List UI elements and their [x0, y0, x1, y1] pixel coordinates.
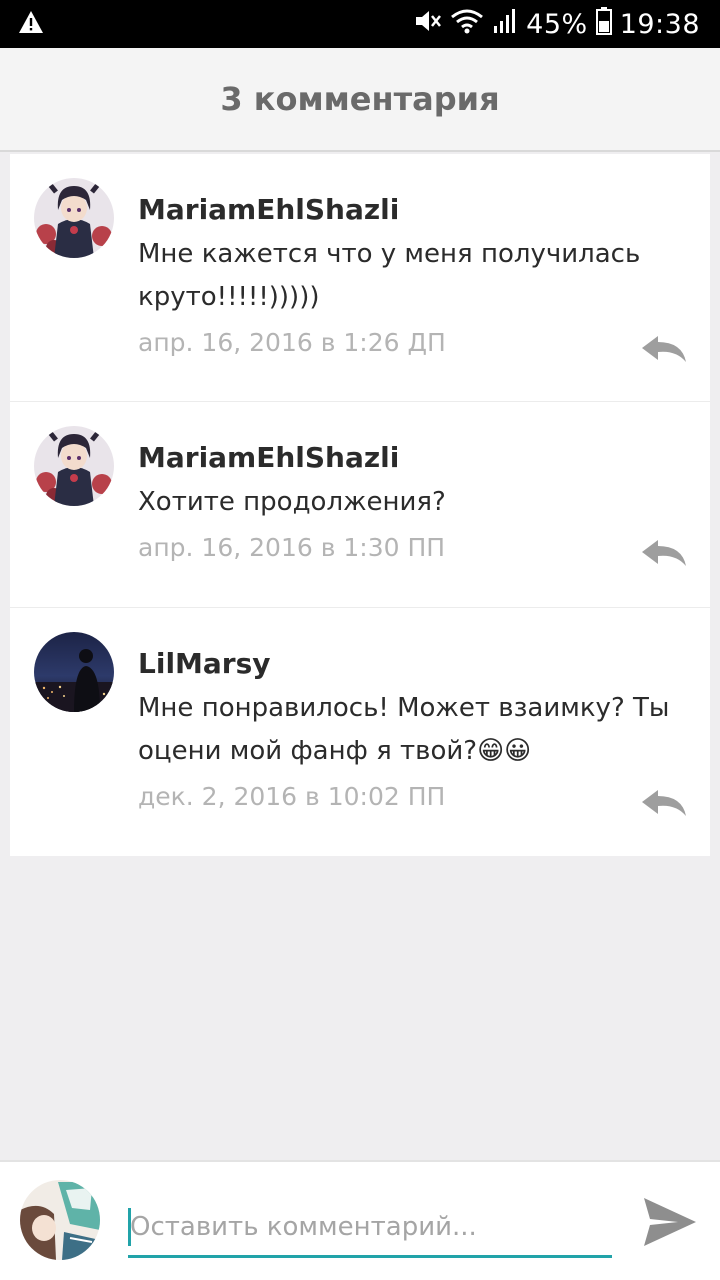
- wifi-icon: [450, 8, 484, 41]
- comment-date: дек. 2, 2016 в 10:02 ПП: [138, 782, 446, 811]
- battery-percent: 45%: [526, 8, 588, 40]
- comment-item: MariamEhlShazli Хотите продолжения? апр.…: [10, 402, 710, 608]
- comment-author[interactable]: MariamEhlShazli: [138, 438, 670, 478]
- comment-input[interactable]: [128, 1198, 612, 1255]
- comment-item: LilMarsy Мне понравилось! Может взаимку?…: [10, 608, 710, 856]
- reply-icon[interactable]: [640, 538, 688, 568]
- warning-icon: [18, 10, 44, 39]
- text-cursor: [128, 1208, 131, 1246]
- comment-text: Мне понравилось! Может взаимку? Ты оцени…: [138, 693, 670, 766]
- mute-icon: [414, 8, 442, 41]
- send-icon[interactable]: [640, 1194, 700, 1250]
- comment-author[interactable]: MariamEhlShazli: [138, 190, 670, 230]
- compose-bar: [0, 1160, 720, 1280]
- comment-list: MariamEhlShazli Мне кажется что у меня п…: [10, 154, 710, 856]
- comment-text: Хотите продолжения?: [138, 487, 446, 517]
- clock: 19:38: [619, 8, 700, 40]
- comment-text: Мне кажется что у меня получилась круто!…: [138, 239, 641, 312]
- comment-author[interactable]: LilMarsy: [138, 644, 670, 684]
- page-title: 3 комментария: [220, 80, 500, 118]
- avatar[interactable]: [34, 178, 114, 258]
- comment-date: апр. 16, 2016 в 1:30 ПП: [138, 533, 446, 562]
- battery-icon: [595, 6, 612, 42]
- comment-item: MariamEhlShazli Мне кажется что у меня п…: [10, 154, 710, 402]
- reply-icon[interactable]: [640, 334, 688, 364]
- reply-icon[interactable]: [640, 788, 688, 818]
- header-bar: 3 комментария: [0, 48, 720, 152]
- status-bar: 45% 19:38: [0, 0, 720, 48]
- current-user-avatar[interactable]: [20, 1180, 100, 1260]
- signal-icon: [492, 8, 518, 41]
- avatar[interactable]: [34, 426, 114, 506]
- avatar[interactable]: [34, 632, 114, 712]
- comment-input-wrapper: [128, 1198, 612, 1258]
- comment-date: апр. 16, 2016 в 1:26 ДП: [138, 328, 446, 357]
